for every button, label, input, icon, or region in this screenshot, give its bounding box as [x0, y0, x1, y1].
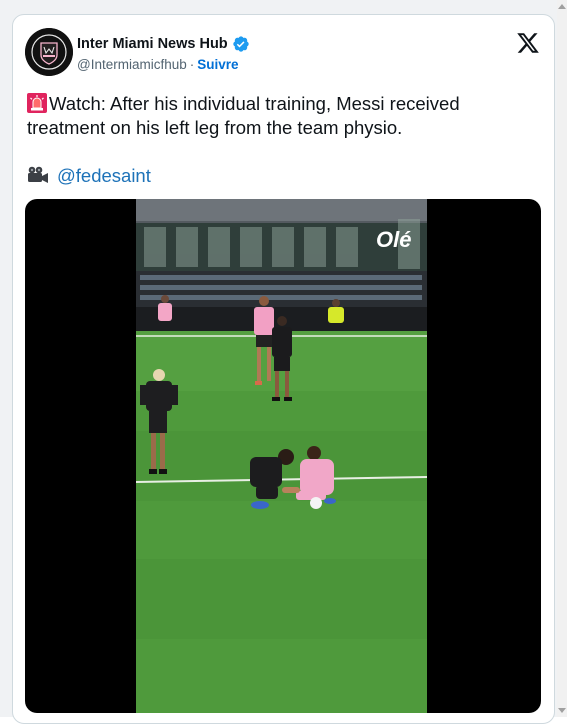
scroll-up-arrow-icon[interactable] [558, 4, 566, 9]
x-logo-icon[interactable] [516, 31, 540, 55]
follow-button[interactable]: Suivre [197, 57, 238, 72]
tweet-text: Watch: After his individual training, Me… [27, 93, 460, 138]
separator-dot: · [189, 57, 195, 72]
author-name-row: Inter Miami News Hub [77, 35, 250, 53]
video-player[interactable]: Olé [25, 199, 541, 713]
credit-mention-link[interactable]: @fedesaint [57, 165, 151, 186]
video-watermark: Olé [376, 227, 411, 252]
tweet-card: Inter Miami News Hub @Intermiamicfhub · Su… [12, 14, 555, 724]
movie-camera-icon [28, 166, 48, 183]
siren-icon [27, 93, 47, 113]
tweet-credit: @fedesaint [27, 164, 151, 188]
scrollbar[interactable] [557, 0, 567, 717]
scroll-down-arrow-icon[interactable] [558, 708, 566, 713]
author-handle-row: @Intermiamicfhub · Suivre [77, 57, 239, 72]
video-frame[interactable]: Olé [136, 199, 427, 713]
avatar[interactable] [25, 28, 73, 76]
inter-miami-crest-icon [25, 28, 73, 76]
tweet-text-block: Watch: After his individual training, Me… [27, 92, 537, 140]
author-display-name[interactable]: Inter Miami News Hub [77, 36, 228, 52]
author-handle[interactable]: @Intermiamicfhub [77, 57, 187, 72]
verified-badge-icon [232, 36, 249, 52]
video-still: Olé [136, 199, 427, 713]
